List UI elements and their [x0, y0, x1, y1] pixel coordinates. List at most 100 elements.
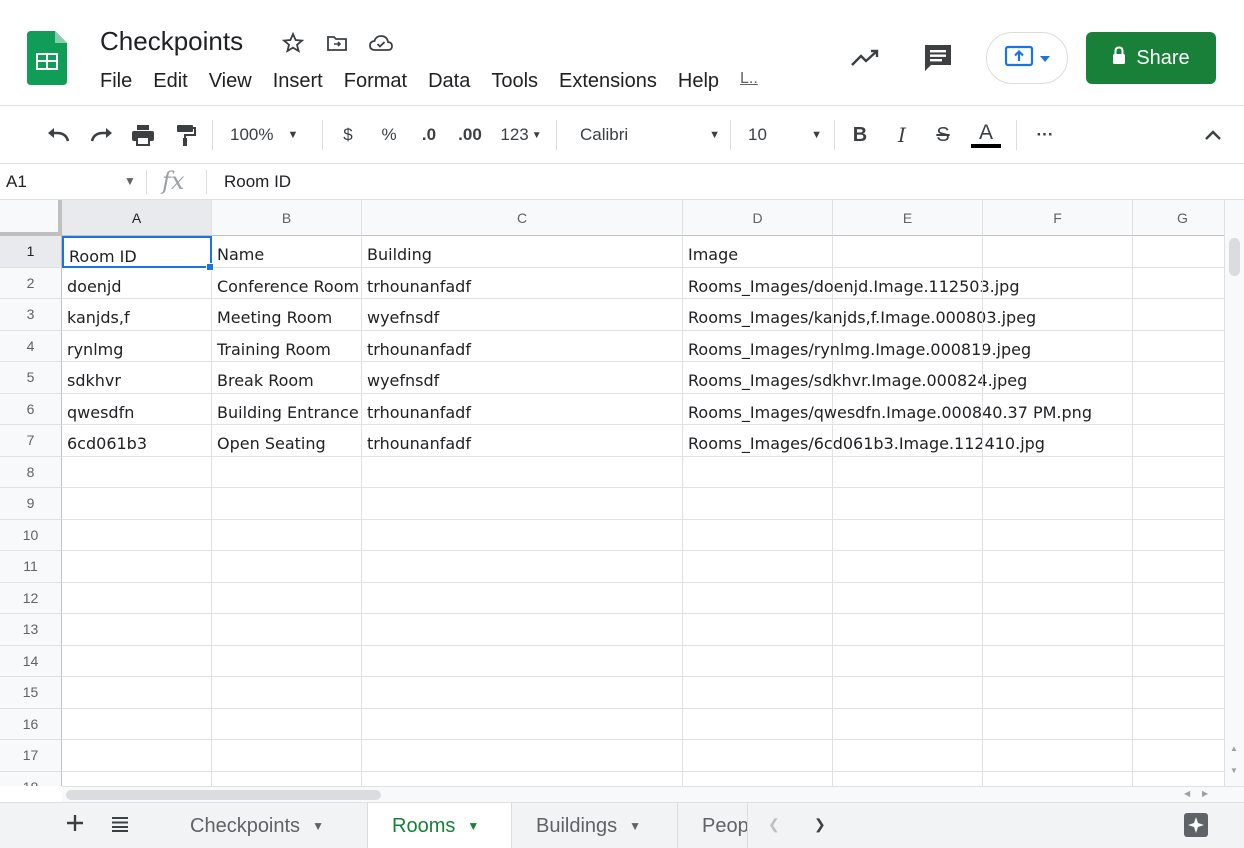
cell-a18[interactable]: [62, 771, 212, 786]
cell-d2[interactable]: Rooms_Images/doenjd.Image.112503.jpg: [683, 267, 1019, 299]
cell-e4[interactable]: [833, 330, 983, 362]
cell-e18[interactable]: [833, 771, 983, 786]
cell-d5[interactable]: Rooms_Images/sdkhvr.Image.000824.jpeg: [683, 362, 1027, 394]
cell-d6[interactable]: Rooms_Images/qwesdfn.Image.000840.37 PM.…: [683, 393, 1092, 425]
cell-f14[interactable]: [983, 645, 1133, 677]
cell-a17[interactable]: [62, 740, 212, 772]
cell-c4[interactable]: trhounanfadf: [362, 330, 683, 362]
cell-b11[interactable]: [212, 551, 362, 583]
column-header-e[interactable]: E: [833, 200, 983, 236]
cell-g18[interactable]: [1133, 772, 1224, 787]
redo-icon[interactable]: [86, 118, 116, 152]
cell-d12[interactable]: [683, 582, 833, 614]
cell-g5[interactable]: [1133, 362, 1224, 394]
cell-d3[interactable]: Rooms_Images/kanjds,f.Image.000803.jpeg: [683, 299, 1036, 331]
cell-b10[interactable]: [212, 519, 362, 551]
row-header-10[interactable]: 10: [0, 519, 62, 551]
cell-e14[interactable]: [833, 645, 983, 677]
cell-b5[interactable]: Break Room: [212, 362, 362, 394]
cell-g15[interactable]: [1133, 677, 1224, 709]
cell-e3[interactable]: [833, 299, 983, 331]
cell-f4[interactable]: [983, 330, 1133, 362]
cell-e17[interactable]: [833, 740, 983, 772]
cell-d10[interactable]: [683, 519, 833, 551]
sheets-logo-icon[interactable]: [27, 31, 67, 85]
cloud-saved-icon[interactable]: [368, 30, 394, 56]
print-icon[interactable]: [128, 118, 158, 152]
cell-e5[interactable]: [833, 362, 983, 394]
cell-b13[interactable]: [212, 614, 362, 646]
column-header-a[interactable]: A: [62, 200, 212, 236]
cell-g2[interactable]: [1133, 268, 1224, 299]
cell-f16[interactable]: [983, 708, 1133, 740]
menu-tools[interactable]: Tools: [491, 70, 538, 93]
cell-f10[interactable]: [983, 519, 1133, 551]
cell-d18[interactable]: [683, 771, 833, 786]
cell-g8[interactable]: [1133, 457, 1224, 488]
cell-c13[interactable]: [362, 614, 683, 646]
vertical-scrollbar[interactable]: ▲ ▼: [1224, 200, 1244, 786]
name-box[interactable]: A1: [6, 172, 27, 192]
font-size-select[interactable]: 10 ▼: [748, 118, 822, 152]
cell-b14[interactable]: [212, 645, 362, 677]
cell-a6[interactable]: qwesdfn: [62, 393, 212, 425]
cell-a13[interactable]: [62, 614, 212, 646]
row-header-8[interactable]: 8: [0, 456, 62, 488]
cell-d14[interactable]: [683, 645, 833, 677]
row-header-6[interactable]: 6: [0, 393, 62, 425]
cell-f15[interactable]: [983, 677, 1133, 709]
cell-g16[interactable]: [1133, 709, 1224, 740]
cell-e2[interactable]: [833, 267, 983, 299]
cell-a9[interactable]: [62, 488, 212, 520]
cell-b3[interactable]: Meeting Room: [212, 299, 362, 331]
cell-e15[interactable]: [833, 677, 983, 709]
cell-b1[interactable]: Name: [212, 236, 362, 268]
cell-b8[interactable]: [212, 456, 362, 488]
cell-b17[interactable]: [212, 740, 362, 772]
cell-d13[interactable]: [683, 614, 833, 646]
more-formats-button[interactable]: 123 ▼: [496, 118, 546, 152]
cell-d1[interactable]: Image: [683, 236, 833, 268]
scroll-down-icon[interactable]: ▼: [1230, 766, 1238, 775]
cell-b15[interactable]: [212, 677, 362, 709]
cell-e10[interactable]: [833, 519, 983, 551]
cell-f5[interactable]: [983, 362, 1133, 394]
menu-insert[interactable]: Insert: [273, 70, 323, 93]
cell-c11[interactable]: [362, 551, 683, 583]
cell-f13[interactable]: [983, 614, 1133, 646]
tabs-scroll-left-icon[interactable]: ❮: [768, 816, 780, 833]
cell-c5[interactable]: wyefnsdf: [362, 362, 683, 394]
cell-c10[interactable]: [362, 519, 683, 551]
cell-a4[interactable]: rynlmg: [62, 330, 212, 362]
column-header-g[interactable]: G: [1133, 200, 1224, 236]
cell-c12[interactable]: [362, 582, 683, 614]
cell-f6[interactable]: [983, 393, 1133, 425]
cell-g13[interactable]: [1133, 614, 1224, 646]
cell-g7[interactable]: [1133, 425, 1224, 457]
cell-d8[interactable]: [683, 456, 833, 488]
cell-e9[interactable]: [833, 488, 983, 520]
cell-g17[interactable]: [1133, 740, 1224, 772]
cell-e8[interactable]: [833, 456, 983, 488]
cell-b9[interactable]: [212, 488, 362, 520]
row-header-11[interactable]: 11: [0, 551, 62, 583]
cell-c2[interactable]: trhounanfadf: [362, 267, 683, 299]
cell-g12[interactable]: [1133, 583, 1224, 614]
cell-e11[interactable]: [833, 551, 983, 583]
cell-g10[interactable]: [1133, 520, 1224, 551]
present-button[interactable]: [986, 32, 1068, 84]
cell-c17[interactable]: [362, 740, 683, 772]
cell-c9[interactable]: [362, 488, 683, 520]
column-header-f[interactable]: F: [983, 200, 1133, 236]
cell-c14[interactable]: [362, 645, 683, 677]
cell-d17[interactable]: [683, 740, 833, 772]
menu-view[interactable]: View: [209, 70, 252, 93]
cell-g11[interactable]: [1133, 551, 1224, 583]
cell-g1[interactable]: [1133, 236, 1224, 268]
row-header-7[interactable]: 7: [0, 425, 62, 457]
cell-d4[interactable]: Rooms_Images/rynlmg.Image.000819.jpeg: [683, 330, 1031, 362]
menu-edit[interactable]: Edit: [153, 70, 187, 93]
menu-file[interactable]: File: [100, 70, 132, 93]
chevron-down-icon[interactable]: ▼: [124, 174, 136, 188]
vertical-scroll-thumb[interactable]: [1229, 238, 1240, 276]
